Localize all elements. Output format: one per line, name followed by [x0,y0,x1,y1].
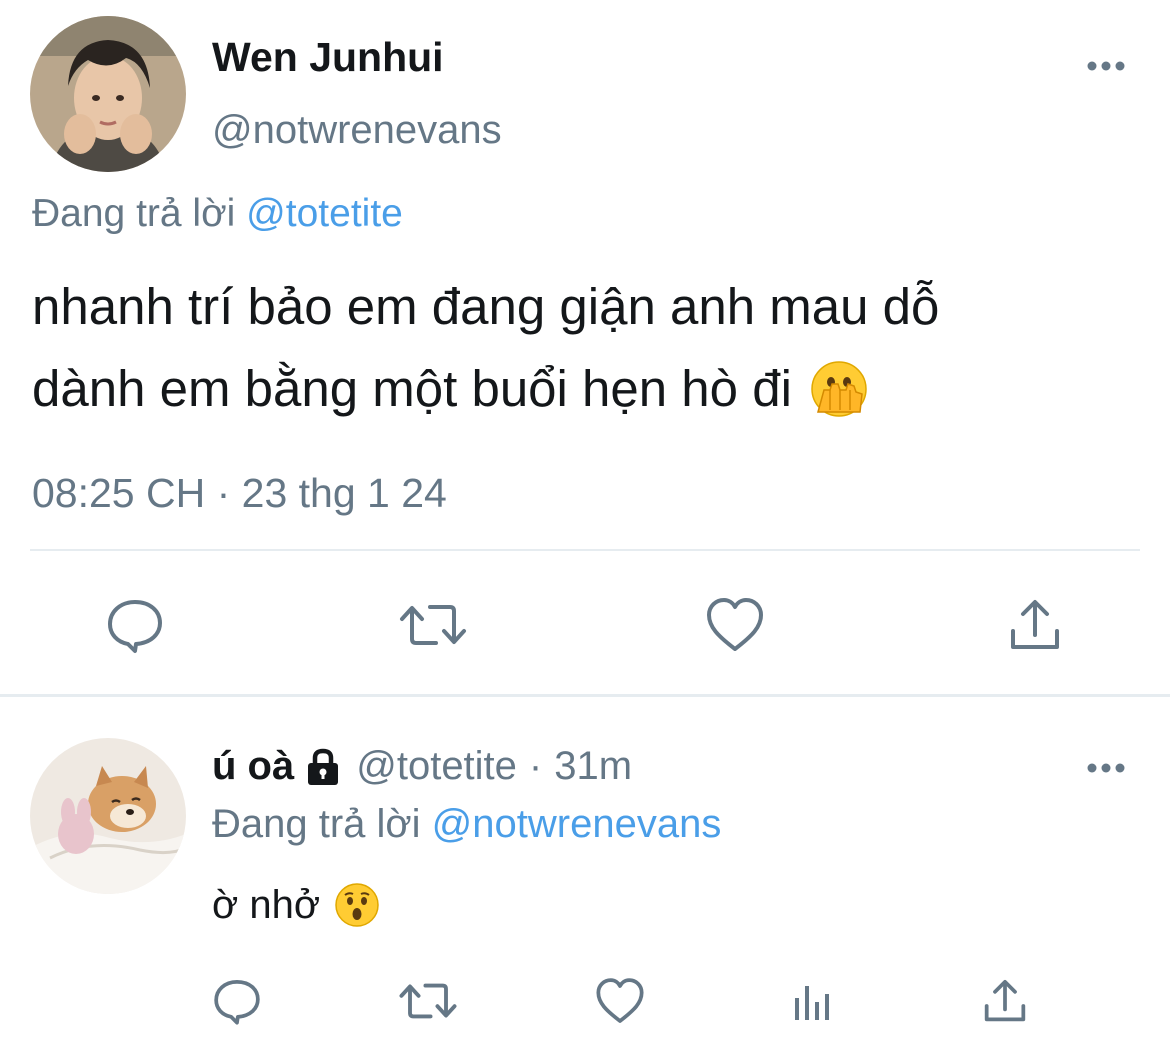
like-icon[interactable] [585,966,655,1036]
retweet-icon[interactable] [398,590,468,660]
tweet-text-line-1: nhanh trí bảo em đang giận anh mau dỗ [32,278,940,335]
replying-to: Đang trả lời @totetite [32,192,403,236]
replying-to: Đang trả lời @notwrenevans [212,802,721,847]
avatar[interactable] [30,738,186,894]
replying-to-label: Đang trả lời [212,802,421,846]
reply-icon[interactable] [202,966,272,1036]
face-hand-over-mouth-emoji-icon [810,360,868,418]
retweet-icon[interactable] [393,966,463,1036]
display-name[interactable]: ú oà [212,744,294,789]
analytics-icon[interactable] [777,966,847,1036]
tweet-text-line-2: dành em bằng một buổi hẹn hò đi [32,348,1152,430]
tweet-timestamp[interactable]: 08:25 CH · 23 thg 1 24 [32,470,447,517]
avatar[interactable] [30,16,186,172]
share-icon[interactable] [970,966,1040,1036]
more-options-icon[interactable] [1084,46,1128,86]
reply-icon[interactable] [100,590,170,660]
reply-header: ú oà @totetite · 31m [212,744,632,789]
more-options-icon[interactable] [1084,748,1128,788]
hushed-face-emoji-icon [334,882,380,928]
lock-icon [302,746,344,788]
user-handle[interactable]: @notwrenevans [212,108,502,153]
tweet-time[interactable]: 31m [554,744,632,789]
display-name[interactable]: Wen Junhui [212,34,444,81]
tweet-text-line-2-text: dành em bằng một buổi hẹn hò đi [32,360,792,417]
tweet-text-content: ờ nhở [212,882,321,927]
replying-to-mention-link[interactable]: @totetite [246,192,403,235]
separator: · [528,744,543,788]
like-icon[interactable] [700,590,770,660]
divider [30,549,1140,551]
tweet-text: ờ nhở [212,882,380,928]
replying-to-label: Đang trả lời [32,192,236,235]
user-handle[interactable]: @totetite [356,744,517,789]
section-divider [0,694,1170,697]
tweet-text: nhanh trí bảo em đang giận anh mau dỗ dà… [32,266,1152,430]
share-icon[interactable] [1000,590,1070,660]
replying-to-mention-link[interactable]: @notwrenevans [432,802,722,846]
